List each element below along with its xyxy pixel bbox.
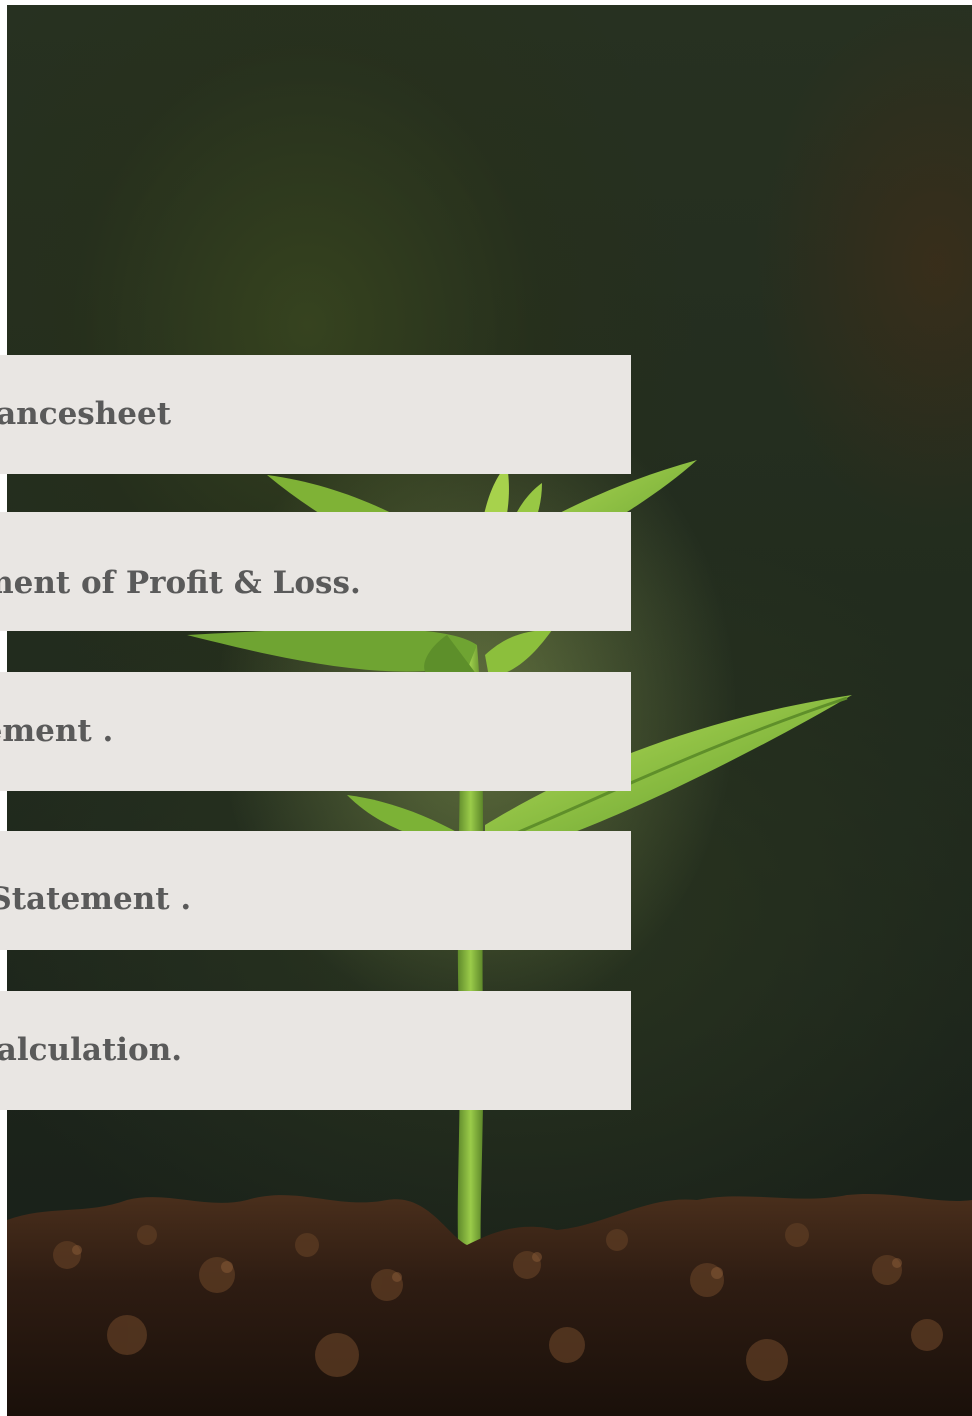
menu-item-label: Ratio Calculation. [0, 1032, 183, 1068]
menu-item-profit-loss[interactable]: Statement of Profit & Loss. [0, 512, 631, 631]
page: Balancesheet Statement of Profit & Loss.… [0, 0, 972, 1416]
menu-item-label: Cash Flow Statement . [0, 713, 114, 749]
menu-item-balancesheet[interactable]: Balancesheet [0, 355, 631, 474]
menu-item-label: Statement of Profit & Loss. [0, 565, 361, 601]
menu-item-notes[interactable]: Notes to Financial Statement . [0, 831, 631, 950]
menu-item-ratio[interactable]: Ratio Calculation. [0, 991, 631, 1110]
menu-item-label: Balancesheet [0, 396, 172, 432]
menu-item-label: Notes to Financial Statement . [0, 881, 192, 917]
menu-item-cash-flow[interactable]: Cash Flow Statement . [0, 672, 631, 791]
